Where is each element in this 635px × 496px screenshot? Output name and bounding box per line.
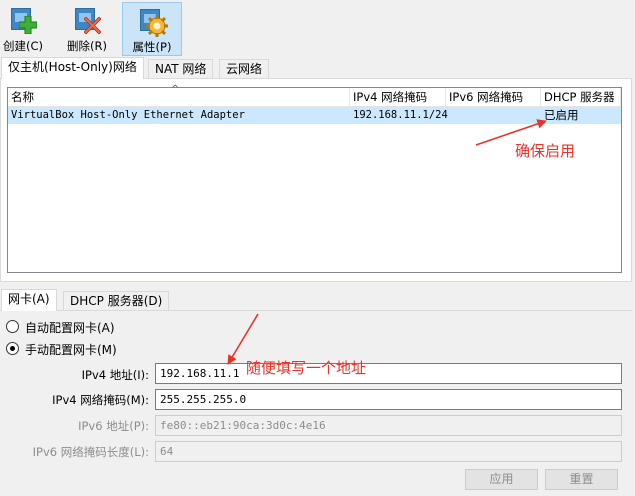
annotation-fill-any-address: 随便填写一个地址 [246,359,367,377]
annotation-ensure-enabled: 确保启用 [515,142,576,160]
tab-adapter[interactable]: 网卡(A) [1,289,57,311]
tab-host-only-network[interactable]: 仅主机(Host-Only)网络 [1,57,144,79]
